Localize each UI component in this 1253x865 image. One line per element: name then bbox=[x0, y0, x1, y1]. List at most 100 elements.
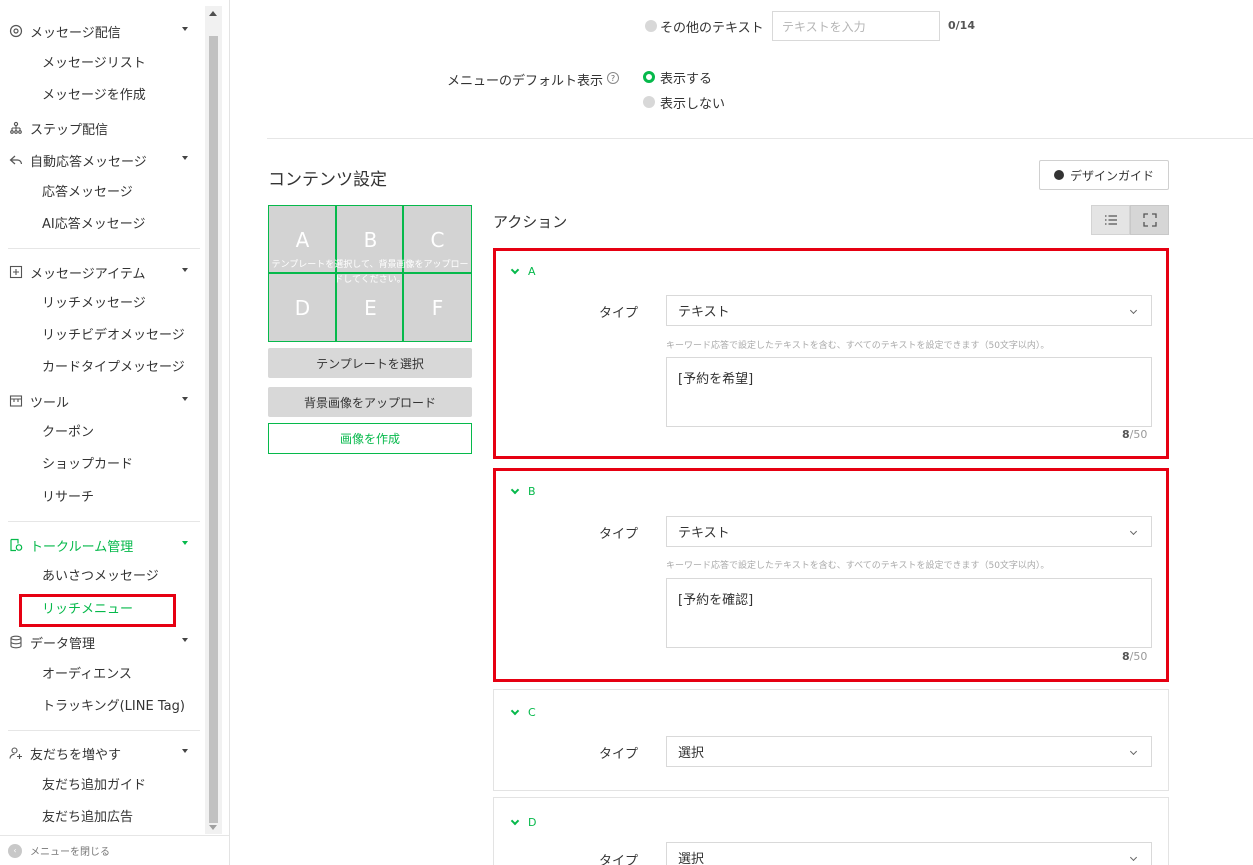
other-text-input[interactable]: テキストを入力 bbox=[772, 11, 940, 41]
sidebar-item-research[interactable]: リサーチ bbox=[42, 484, 94, 512]
sidebar-section-friends[interactable]: 友だちを増やす bbox=[8, 739, 188, 767]
action-toggle[interactable]: B bbox=[510, 485, 536, 498]
select-template-button[interactable]: テンプレートを選択 bbox=[268, 348, 472, 378]
sidebar-item-card-message[interactable]: カードタイプメッセージ bbox=[42, 354, 185, 382]
sidebar-item-tracking[interactable]: トラッキング(LINE Tag) bbox=[42, 693, 185, 721]
design-guide-label: デザインガイド bbox=[1069, 168, 1154, 183]
chevron-down-icon bbox=[182, 268, 188, 272]
sidebar-section-label: メッセージアイテム bbox=[30, 266, 146, 282]
type-select[interactable]: 選択 bbox=[666, 736, 1152, 767]
action-text-input[interactable]: [予約を確認] bbox=[666, 578, 1152, 648]
action-toggle[interactable]: A bbox=[510, 265, 536, 278]
sidebar-section-label: メッセージ配信 bbox=[30, 25, 121, 41]
type-select[interactable]: 選択 bbox=[666, 842, 1152, 865]
database-icon bbox=[8, 634, 24, 650]
sidebar-item-auto-reply[interactable]: 応答メッセージ bbox=[42, 179, 133, 207]
sidebar-item-message-list[interactable]: メッセージリスト bbox=[42, 50, 146, 78]
show-radio[interactable] bbox=[643, 71, 655, 83]
scroll-down-icon[interactable] bbox=[209, 825, 217, 830]
sidebar-item-message-create[interactable]: メッセージを作成 bbox=[42, 82, 146, 110]
sidebar-section-label: ツール bbox=[30, 395, 70, 411]
sidebar-item-greeting[interactable]: あいさつメッセージ bbox=[42, 563, 159, 591]
sidebar-section-data[interactable]: データ管理 bbox=[8, 628, 188, 656]
type-label: タイプ bbox=[599, 527, 639, 542]
sidebar-divider bbox=[8, 730, 200, 731]
sidebar-section-tools[interactable]: ツール bbox=[8, 387, 188, 415]
char-max: /50 bbox=[1129, 428, 1148, 441]
sidebar-item-friend-guide[interactable]: 友だち追加ガイド bbox=[42, 772, 146, 800]
type-select-value: テキスト bbox=[678, 526, 730, 541]
sidebar-section-auto-reply[interactable]: 自動応答メッセージ bbox=[8, 146, 188, 174]
chevron-down-icon bbox=[182, 638, 188, 642]
action-label: A bbox=[528, 265, 536, 278]
other-text-counter: 0/14 bbox=[948, 19, 975, 32]
sidebar-section-label: ステップ配信 bbox=[30, 122, 109, 138]
scroll-up-icon[interactable] bbox=[209, 11, 217, 16]
action-card-d: D タイプ 選択 bbox=[493, 797, 1169, 865]
type-label: タイプ bbox=[599, 306, 639, 321]
action-card-a: A タイプ テキスト キーワード応答で設定したテキストを含む、すべてのテキストを… bbox=[493, 248, 1169, 459]
chevron-down-icon bbox=[182, 156, 188, 160]
talkroom-icon bbox=[8, 537, 24, 553]
sidebar-item-rich-message[interactable]: リッチメッセージ bbox=[42, 290, 146, 318]
chevron-down-icon bbox=[1129, 853, 1138, 862]
type-select[interactable]: テキスト bbox=[666, 516, 1152, 547]
sidebar-item-ai-reply[interactable]: AI応答メッセージ bbox=[42, 211, 145, 239]
sidebar-section-label: 自動応答メッセージ bbox=[30, 154, 147, 170]
default-display-label: メニューのデフォルト表示 bbox=[447, 74, 604, 89]
chevron-down-icon bbox=[510, 265, 520, 275]
action-toggle[interactable]: D bbox=[510, 816, 536, 829]
sidebar-item-shop-card[interactable]: ショップカード bbox=[42, 451, 133, 479]
close-menu-button[interactable]: ‹ メニューを閉じる bbox=[0, 835, 229, 865]
scrollbar-thumb[interactable] bbox=[209, 36, 218, 823]
sidebar-section-label: 友だちを増やす bbox=[30, 747, 122, 763]
expand-view-button[interactable] bbox=[1130, 205, 1169, 235]
action-text-input[interactable]: [予約を希望] bbox=[666, 357, 1152, 427]
sidebar-section-message[interactable]: メッセージ配信 bbox=[8, 17, 188, 45]
sidebar-item-coupon[interactable]: クーポン bbox=[42, 419, 94, 447]
chevron-down-icon bbox=[510, 706, 520, 716]
char-max: /50 bbox=[1129, 650, 1148, 663]
sidebar-section-items[interactable]: メッセージアイテム bbox=[8, 258, 188, 286]
type-select[interactable]: テキスト bbox=[666, 295, 1152, 326]
sidebar-section-label: トークルーム管理 bbox=[30, 539, 134, 555]
action-title: アクション bbox=[493, 213, 568, 231]
bulb-icon bbox=[1053, 170, 1064, 180]
action-card-c: C タイプ 選択 bbox=[493, 689, 1169, 791]
sidebar-scrollbar[interactable] bbox=[205, 6, 222, 834]
main-content: その他のテキスト テキストを入力 0/14 メニューのデフォルト表示 ? 表示す… bbox=[231, 0, 1253, 865]
chevron-down-icon bbox=[1129, 747, 1138, 756]
char-count: 8 bbox=[1122, 650, 1130, 663]
upload-background-button[interactable]: 背景画像をアップロード bbox=[268, 387, 472, 417]
list-view-button[interactable] bbox=[1091, 205, 1130, 235]
design-guide-button[interactable]: デザインガイド bbox=[1039, 160, 1169, 190]
sidebar-item-audience[interactable]: オーディエンス bbox=[42, 661, 132, 689]
template-preview[interactable]: A B C D E F テンプレートを選択して、背景画像をアップロードしてくださ… bbox=[268, 205, 472, 342]
sidebar-item-friend-ads[interactable]: 友だち追加広告 bbox=[42, 804, 133, 832]
chevron-down-icon bbox=[1129, 306, 1138, 315]
hide-radio[interactable] bbox=[643, 96, 655, 108]
chevron-down-icon bbox=[510, 816, 520, 826]
char-counter: 8/50 bbox=[1122, 650, 1147, 663]
show-option-label: 表示する bbox=[660, 72, 713, 87]
rich-menu-highlight bbox=[19, 594, 176, 627]
sidebar-section-talkroom[interactable]: トークルーム管理 bbox=[8, 531, 188, 559]
chevron-left-icon: ‹ bbox=[8, 843, 22, 858]
chevron-down-icon bbox=[182, 541, 188, 545]
sidebar-section-label: データ管理 bbox=[30, 636, 96, 652]
create-image-button[interactable]: 画像を作成 bbox=[268, 423, 472, 454]
type-select-value: 選択 bbox=[678, 746, 705, 761]
section-divider bbox=[267, 138, 1253, 139]
other-text-radio[interactable] bbox=[645, 20, 657, 32]
action-toggle[interactable]: C bbox=[510, 706, 536, 719]
help-icon[interactable]: ? bbox=[607, 72, 619, 84]
sidebar-item-rich-video[interactable]: リッチビデオメッセージ bbox=[42, 322, 185, 350]
type-select-value: 選択 bbox=[678, 852, 705, 865]
type-label: タイプ bbox=[599, 747, 639, 762]
chevron-down-icon bbox=[182, 749, 188, 753]
sidebar-section-step[interactable]: ステップ配信 bbox=[8, 114, 108, 142]
close-menu-label: メニューを閉じる bbox=[30, 847, 110, 858]
reply-icon bbox=[8, 152, 24, 168]
broadcast-icon bbox=[8, 23, 24, 39]
type-label: タイプ bbox=[599, 854, 639, 865]
